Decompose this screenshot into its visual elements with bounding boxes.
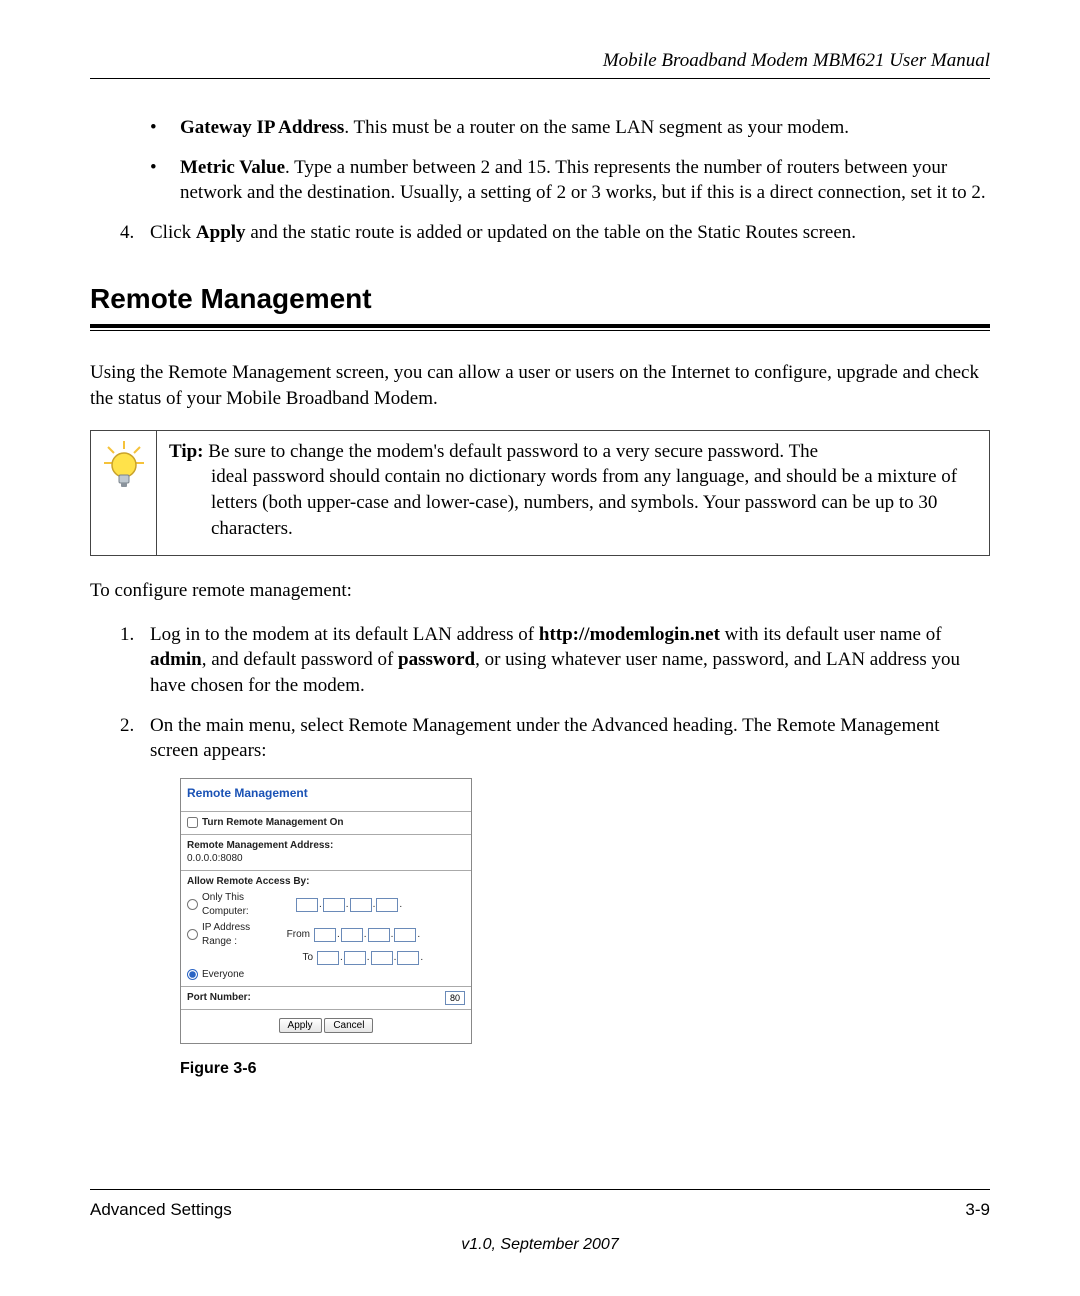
bullet-text: . This must be a router on the same LAN … xyxy=(344,117,849,138)
button-row: Apply Cancel xyxy=(187,1018,465,1033)
footer-left: Advanced Settings xyxy=(90,1200,232,1220)
ip-range-row-to: To . . . . xyxy=(187,951,465,965)
ip-group: . . . . xyxy=(317,951,424,965)
turn-on-checkbox[interactable] xyxy=(187,817,198,828)
everyone-row: Everyone xyxy=(187,968,465,982)
page-footer: Advanced Settings 3-9 v1.0, September 20… xyxy=(90,1189,990,1254)
step-text-post: and the static route is added or updated… xyxy=(246,222,856,243)
bullet-label: Metric Value xyxy=(180,157,285,178)
step-number: 4. xyxy=(120,220,134,246)
only-this-radio[interactable] xyxy=(187,899,198,910)
step-4: 4. Click Apply and the static route is a… xyxy=(120,220,990,246)
footer-right: 3-9 xyxy=(965,1200,990,1220)
tip-body: ideal password should contain no diction… xyxy=(169,464,975,541)
t: with its default user name of xyxy=(720,624,942,645)
divider xyxy=(181,870,471,871)
ip-group: . . . . xyxy=(296,898,403,912)
ip-octet[interactable] xyxy=(317,951,339,965)
ip-octet[interactable] xyxy=(376,898,398,912)
addr-label: Remote Management Address: xyxy=(187,839,465,853)
ip-range-radio[interactable] xyxy=(187,929,198,940)
section-heading-remote-management: Remote Management xyxy=(90,280,990,329)
remote-management-screenshot: Remote Management Turn Remote Management… xyxy=(180,778,472,1044)
from-label: From xyxy=(284,928,310,942)
ip-octet[interactable] xyxy=(344,951,366,965)
everyone-radio[interactable] xyxy=(187,969,198,980)
cancel-button[interactable]: Cancel xyxy=(324,1018,373,1033)
port-input[interactable] xyxy=(445,991,465,1005)
turn-on-row: Turn Remote Management On xyxy=(187,816,465,830)
footer-version: v1.0, September 2007 xyxy=(90,1236,990,1254)
step-text: On the main menu, select Remote Manageme… xyxy=(150,715,939,762)
step-1: 1. Log in to the modem at its default LA… xyxy=(120,622,990,699)
intro-paragraph: Using the Remote Management screen, you … xyxy=(90,360,990,411)
b: admin xyxy=(150,649,202,670)
divider xyxy=(181,811,471,812)
b: password xyxy=(398,649,475,670)
sub-bullet-list: Gateway IP Address. This must be a route… xyxy=(90,115,990,206)
footer-top: Advanced Settings 3-9 xyxy=(90,1189,990,1220)
ip-octet[interactable] xyxy=(350,898,372,912)
figure-wrap: Remote Management Turn Remote Management… xyxy=(180,778,990,1079)
ip-octet[interactable] xyxy=(296,898,318,912)
panel-title: Remote Management xyxy=(187,783,465,807)
divider xyxy=(181,986,471,987)
bullet-label: Gateway IP Address xyxy=(180,117,344,138)
bullet-text: . Type a number between 2 and 15. This r… xyxy=(180,157,986,204)
step-list-top: 4. Click Apply and the static route is a… xyxy=(90,220,990,246)
ip-octet[interactable] xyxy=(394,928,416,942)
ip-octet[interactable] xyxy=(341,928,363,942)
addr-value: 0.0.0.0:8080 xyxy=(187,852,465,866)
figure-caption: Figure 3-6 xyxy=(180,1058,990,1080)
page-header-title: Mobile Broadband Modem MBM621 User Manua… xyxy=(90,50,990,79)
everyone-label: Everyone xyxy=(202,968,244,982)
ip-range-label: IP Address Range : xyxy=(202,921,280,948)
ip-range-row-from: IP Address Range : From . . . . xyxy=(187,921,465,948)
step-text-pre: Click xyxy=(150,222,196,243)
b: http://modemlogin.net xyxy=(539,624,720,645)
tip-box: Tip: Be sure to change the modem's defau… xyxy=(90,430,990,557)
to-label: To xyxy=(287,951,313,965)
step-text-bold: Apply xyxy=(196,222,246,243)
tip-first-line: Be sure to change the modem's default pa… xyxy=(204,441,819,462)
apply-button[interactable]: Apply xyxy=(279,1018,322,1033)
ip-group: . . . . xyxy=(314,928,421,942)
step-number: 1. xyxy=(120,622,134,648)
step-2: 2. On the main menu, select Remote Manag… xyxy=(120,713,990,1080)
port-row: Port Number: xyxy=(187,991,465,1005)
ip-octet[interactable] xyxy=(368,928,390,942)
only-this-label: Only This Computer: xyxy=(202,891,292,918)
port-label: Port Number: xyxy=(187,991,251,1005)
t: , and default password of xyxy=(202,649,398,670)
ip-octet[interactable] xyxy=(323,898,345,912)
main-content: Gateway IP Address. This must be a route… xyxy=(90,115,990,1079)
tip-text: Tip: Be sure to change the modem's defau… xyxy=(157,431,989,556)
tip-icon-cell xyxy=(91,431,157,556)
ip-octet[interactable] xyxy=(371,951,393,965)
lightbulb-icon xyxy=(100,439,148,493)
ip-octet[interactable] xyxy=(314,928,336,942)
bullet-metric-value: Metric Value. Type a number between 2 an… xyxy=(150,155,990,206)
ip-octet[interactable] xyxy=(397,951,419,965)
turn-on-label: Turn Remote Management On xyxy=(202,816,344,830)
only-this-row: Only This Computer: . . . . xyxy=(187,891,465,918)
divider xyxy=(181,1009,471,1010)
configure-steps: 1. Log in to the modem at its default LA… xyxy=(90,622,990,1079)
allow-label: Allow Remote Access By: xyxy=(187,875,465,889)
bullet-gateway-ip: Gateway IP Address. This must be a route… xyxy=(150,115,990,141)
tip-label: Tip: xyxy=(169,441,204,462)
divider xyxy=(181,834,471,835)
step-number: 2. xyxy=(120,713,134,739)
configure-lead-line: To configure remote management: xyxy=(90,578,990,604)
t: Log in to the modem at its default LAN a… xyxy=(150,624,539,645)
